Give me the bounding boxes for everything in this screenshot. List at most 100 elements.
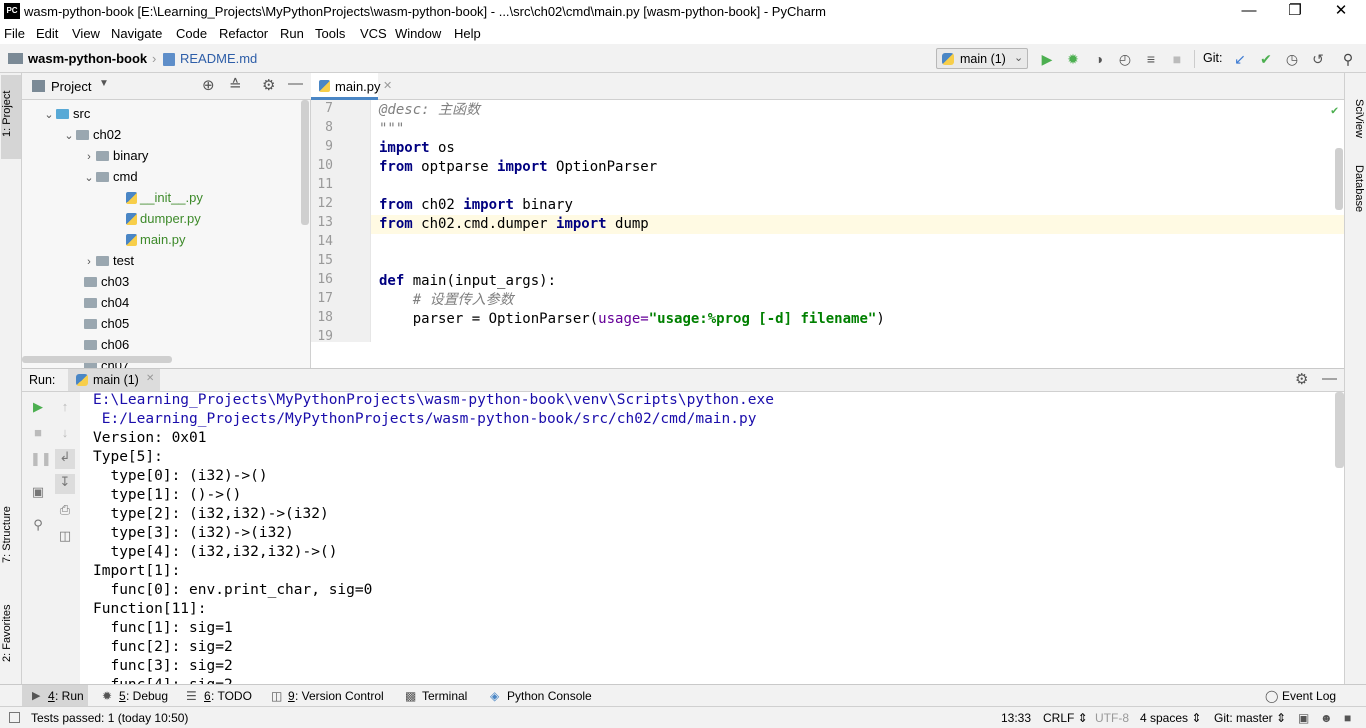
history-icon[interactable]: ◷ <box>1284 51 1300 67</box>
tab-sciview[interactable]: SciView <box>1347 99 1365 169</box>
dropdown-icon[interactable]: ▼ <box>99 78 109 89</box>
layout-icon[interactable]: ▣ <box>30 484 46 500</box>
run-tab-main[interactable]: main (1) ✕ <box>68 369 160 391</box>
vcs-update-icon[interactable]: ↙ <box>1232 51 1248 67</box>
gear-icon[interactable]: ⚙ <box>1295 370 1308 388</box>
chevron-down-icon[interactable]: ⌄ <box>62 126 76 147</box>
tab-main-py[interactable]: main.py <box>311 73 381 100</box>
tab-structure[interactable]: 7: Structure <box>1 495 21 575</box>
menu-help[interactable]: Help <box>454 26 481 41</box>
close-icon[interactable]: ✕ <box>1318 0 1364 23</box>
breadcrumb-project[interactable]: wasm-python-book <box>28 51 147 66</box>
status-message[interactable]: Tests passed: 1 (today 10:50) <box>31 711 188 725</box>
stop-icon[interactable]: ■ <box>1169 51 1185 67</box>
tab-todo[interactable]: : TODO <box>211 689 252 703</box>
up-arrow-icon[interactable]: ↑ <box>57 399 73 415</box>
search-icon[interactable]: ⚲ <box>1340 51 1356 67</box>
rerun-icon[interactable]: ▶ <box>30 399 46 415</box>
tab-favorites[interactable]: 2: Favorites <box>1 593 21 673</box>
profile-icon[interactable]: ◴ <box>1117 51 1133 67</box>
inspection-ok-icon[interactable]: ✔ <box>1331 103 1338 117</box>
vcs-commit-icon[interactable]: ✔ <box>1258 51 1274 67</box>
debug-icon[interactable]: ✹ <box>1065 51 1081 67</box>
menu-code[interactable]: Code <box>176 26 207 41</box>
print-icon[interactable]: ⎙ <box>57 502 73 518</box>
menu-window[interactable]: Window <box>395 26 441 41</box>
gear-icon[interactable]: ⚙ <box>262 76 275 94</box>
project-panel-title[interactable]: Project <box>51 79 91 94</box>
editor-scrollbar[interactable] <box>1335 148 1343 210</box>
soft-wrap-icon[interactable]: ↲ <box>55 449 75 469</box>
close-tab-icon[interactable]: ✕ <box>146 373 154 384</box>
locate-icon[interactable]: ⊕ <box>202 76 215 94</box>
down-arrow-icon[interactable]: ↓ <box>57 425 73 441</box>
code-editor[interactable]: 7 8 9 10 11 12 13 14 15 16 17 18 19 @des… <box>311 100 1344 342</box>
tab-debug-number[interactable]: 5 <box>119 689 126 703</box>
menu-file[interactable]: File <box>4 26 25 41</box>
restore-icon[interactable]: ❐ <box>1272 0 1318 23</box>
tab-terminal[interactable]: Terminal <box>422 689 467 703</box>
tree-item[interactable]: ch06 <box>22 334 300 355</box>
tree-item[interactable]: ⌄ src <box>22 103 300 124</box>
scroll-to-end-icon[interactable]: ↧ <box>55 474 75 494</box>
tool-windows-icon[interactable] <box>9 712 20 723</box>
chevron-right-icon[interactable]: › <box>82 147 96 168</box>
tab-event-log[interactable]: Event Log <box>1282 689 1336 703</box>
run-icon[interactable]: ▶ <box>1039 51 1055 67</box>
pause-icon[interactable]: ❚❚ <box>30 451 52 467</box>
tab-project[interactable]: 1: Project <box>1 75 21 159</box>
git-branch[interactable]: Git: master ⇕ <box>1214 711 1286 725</box>
tab-version-control[interactable]: : Version Control <box>295 689 384 703</box>
line-separator[interactable]: CRLF ⇕ <box>1043 711 1088 725</box>
tree-item[interactable]: ⌄ cmd <box>22 166 300 187</box>
tab-debug[interactable]: : Debug <box>126 689 168 703</box>
pin-icon[interactable]: ⚲ <box>30 517 46 533</box>
hide-panel-icon[interactable]: — <box>288 75 303 92</box>
tab-vc-number[interactable]: 9 <box>288 689 295 703</box>
concurrency-icon[interactable]: ≡ <box>1143 51 1159 67</box>
run-console[interactable]: E:\Learning_Projects\MyPythonProjects\wa… <box>80 392 1334 684</box>
coverage-icon[interactable]: ◑ <box>1091 51 1107 67</box>
rollback-icon[interactable]: ↺ <box>1310 51 1326 67</box>
tree-item[interactable]: main.py <box>22 229 300 250</box>
chevron-right-icon[interactable]: › <box>82 252 96 273</box>
tree-item[interactable]: dumper.py <box>22 208 300 229</box>
minimize-icon[interactable]: — <box>1226 0 1272 23</box>
hide-panel-icon[interactable]: — <box>1322 370 1337 387</box>
stop-icon[interactable]: ■ <box>30 425 46 441</box>
menu-view[interactable]: View <box>72 26 100 41</box>
tree-item[interactable]: ch03 <box>22 271 300 292</box>
run-config-select[interactable]: main (1) ⌄ <box>936 48 1028 69</box>
indent-setting[interactable]: 4 spaces ⇕ <box>1140 711 1201 725</box>
notifications-icon[interactable]: ■ <box>1344 711 1351 725</box>
collapse-all-icon[interactable]: ≙ <box>229 76 242 94</box>
lock-icon[interactable]: ▣ <box>1298 711 1309 725</box>
menu-navigate[interactable]: Navigate <box>111 26 162 41</box>
menu-run[interactable]: Run <box>280 26 304 41</box>
close-tab-icon[interactable]: ✕ <box>383 79 392 92</box>
trash-icon[interactable]: ◫ <box>57 528 73 544</box>
tree-item[interactable]: › binary <box>22 145 300 166</box>
file-encoding[interactable]: UTF-8 <box>1095 711 1129 725</box>
tree-item[interactable]: __init__.py <box>22 187 300 208</box>
tab-database[interactable]: Database <box>1347 165 1365 255</box>
breadcrumb-file[interactable]: README.md <box>180 51 257 66</box>
tab-todo-number[interactable]: 6 <box>204 689 211 703</box>
caret-position[interactable]: 13:33 <box>1001 711 1031 725</box>
tree-item[interactable]: ch04 <box>22 292 300 313</box>
vertical-scrollbar[interactable] <box>301 100 309 225</box>
console-scrollbar[interactable] <box>1335 392 1344 468</box>
horizontal-scrollbar[interactable] <box>22 356 172 363</box>
chevron-down-icon[interactable]: ⌄ <box>42 105 56 126</box>
tab-run[interactable]: ▶ 4 : Run <box>22 685 88 707</box>
tree-item[interactable]: ⌄ ch02 <box>22 124 300 145</box>
tree-item[interactable]: ch05 <box>22 313 300 334</box>
inspector-icon[interactable]: ☻ <box>1320 711 1333 725</box>
tab-python-console[interactable]: Python Console <box>507 689 592 703</box>
chevron-down-icon[interactable]: ⌄ <box>82 168 96 189</box>
menu-refactor[interactable]: Refactor <box>219 26 268 41</box>
menu-edit[interactable]: Edit <box>36 26 58 41</box>
menu-vcs[interactable]: VCS <box>360 26 387 41</box>
menu-tools[interactable]: Tools <box>315 26 345 41</box>
tree-item[interactable]: › test <box>22 250 300 271</box>
